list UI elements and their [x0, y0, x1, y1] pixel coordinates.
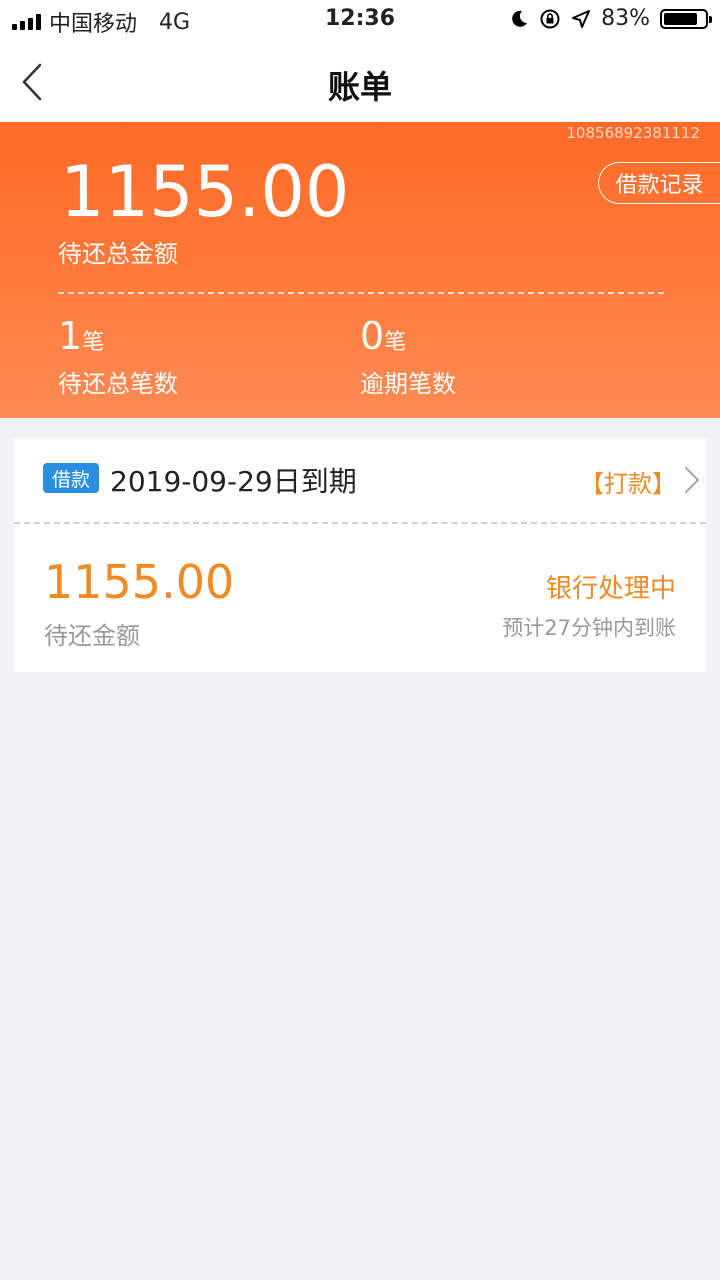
card-divider: [14, 522, 706, 524]
battery-icon: [660, 8, 712, 29]
status-right: 83%: [509, 6, 712, 31]
moon-icon: [512, 10, 528, 27]
due-date: 2019-09-29日到期: [110, 465, 357, 498]
loan-amount-label: 待还金额: [44, 622, 140, 650]
rotation-lock-icon: [540, 9, 560, 28]
summary-divider: [58, 292, 664, 294]
pending-count-unit: 笔: [82, 330, 105, 355]
loan-records-button[interactable]: 借款记录: [598, 162, 720, 204]
loan-card[interactable]: 借款 2019-09-29日到期 【打款】 1155.00 待还金额 银行处理中…: [14, 438, 706, 672]
total-amount-label: 待还总金额: [58, 240, 178, 268]
arrival-eta: 预计27分钟内到账: [502, 616, 676, 640]
transfer-link[interactable]: 【打款】: [580, 464, 676, 499]
overdue-count: 0: [360, 314, 385, 358]
account-number: 10856892381112: [566, 124, 700, 142]
loan-amount: 1155.00: [44, 555, 235, 609]
processing-status: 银行处理中: [545, 574, 676, 604]
status-bar: 中国移动 4G 12:36 83%: [0, 0, 720, 40]
overdue-count-unit: 笔: [384, 330, 407, 355]
pending-count-stat: 1笔 待还总笔数: [58, 314, 178, 399]
nav-bar: 账单: [0, 40, 720, 122]
battery-fill: [664, 12, 698, 25]
overdue-count-label: 逾期笔数: [360, 370, 456, 398]
loan-card-header[interactable]: 借款 2019-09-29日到期 【打款】: [14, 438, 706, 522]
loan-type-badge: 借款: [43, 463, 100, 493]
pending-count-label: 待还总笔数: [58, 370, 178, 398]
total-amount: 1155.00: [60, 151, 350, 233]
location-arrow-icon: [572, 9, 591, 28]
battery-percent: 83%: [601, 6, 650, 31]
overdue-count-stat: 0笔 逾期笔数: [360, 314, 456, 399]
pending-count: 1: [58, 314, 83, 358]
bill-summary: 10856892381112 借款记录 1155.00 待还总金额 1笔 待还总…: [0, 122, 720, 418]
chevron-right-icon: [684, 466, 700, 494]
page-title: 账单: [327, 68, 392, 106]
